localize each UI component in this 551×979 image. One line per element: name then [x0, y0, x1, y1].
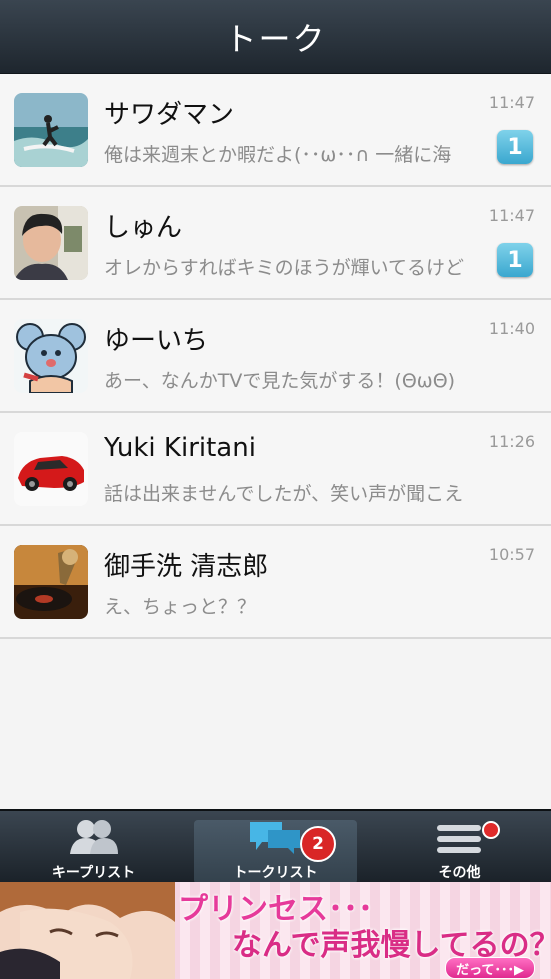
tab-keep-list[interactable]: キープリスト — [12, 811, 175, 884]
chat-time: 11:40 — [488, 319, 535, 338]
avatar — [14, 206, 88, 280]
avatar — [14, 545, 88, 619]
tab-unread-badge: 2 — [300, 826, 336, 862]
avatar — [14, 93, 88, 167]
chat-row[interactable]: 御手洗 清志郎 え、ちょっと？？ 10:57 — [0, 526, 551, 639]
unread-badge: 1 — [497, 130, 533, 164]
chat-preview: 話は出来ませんでしたが、笑い声が聞こえ — [104, 483, 464, 505]
chat-preview: オレからすればキミのほうが輝いてるけど — [104, 257, 465, 279]
tab-talk-list[interactable]: トークリスト 2 — [194, 820, 357, 884]
chat-preview: 俺は来週末とか暇だよ(･･ω･･∩ 一緒に海 — [104, 144, 452, 166]
chat-time: 11:47 — [488, 206, 535, 225]
menu-lines-icon — [435, 822, 485, 860]
ad-character-illustration — [0, 882, 175, 979]
notification-dot — [482, 821, 500, 839]
unread-badge: 1 — [497, 243, 533, 277]
chat-time: 10:57 — [488, 545, 535, 564]
chat-preview: あー、なんかTVで見た気がする！(ΘωΘ) — [104, 370, 456, 392]
tab-label: トークリスト — [233, 865, 318, 881]
chat-name: ゆーいち — [104, 326, 209, 356]
chat-row[interactable]: しゅん オレからすればキミのほうが輝いてるけど 11:47 1 — [0, 187, 551, 300]
people-icon — [68, 818, 120, 860]
app-header: トーク — [0, 0, 551, 74]
tab-other[interactable]: その他 — [378, 811, 541, 884]
avatar — [14, 319, 88, 393]
avatar — [14, 432, 88, 506]
chat-time: 11:26 — [488, 432, 535, 451]
chat-row[interactable]: Yuki Kiritani 話は出来ませんでしたが、笑い声が聞こえ 11:26 — [0, 413, 551, 526]
ad-cta-button[interactable]: だって･･･▶ — [445, 957, 535, 979]
chat-name: サワダマン — [104, 100, 235, 130]
chat-time: 11:47 — [488, 93, 535, 112]
bottom-tab-bar: キープリスト トークリスト 2 その他 — [0, 809, 551, 884]
chat-name: しゅん — [104, 213, 183, 243]
chat-row[interactable]: サワダマン 俺は来週末とか暇だよ(･･ω･･∩ 一緒に海 11:47 1 — [0, 74, 551, 187]
chat-bubbles-icon — [248, 818, 304, 860]
page-title: トーク — [224, 19, 327, 58]
chat-row[interactable]: ゆーいち あー、なんかTVで見た気がする！(ΘωΘ) 11:40 — [0, 300, 551, 413]
chat-preview: え、ちょっと？？ — [104, 596, 257, 618]
tab-label: その他 — [438, 865, 481, 881]
talk-list: サワダマン 俺は来週末とか暇だよ(･･ω･･∩ 一緒に海 11:47 1 しゅん… — [0, 74, 551, 639]
chat-name: 御手洗 清志郎 — [104, 552, 269, 582]
ad-banner[interactable]: プリンセス･･･ なんで声我慢してるの？ だって･･･▶ — [0, 882, 551, 979]
chat-name: Yuki Kiritani — [104, 433, 256, 463]
tab-label: キープリスト — [51, 865, 136, 881]
